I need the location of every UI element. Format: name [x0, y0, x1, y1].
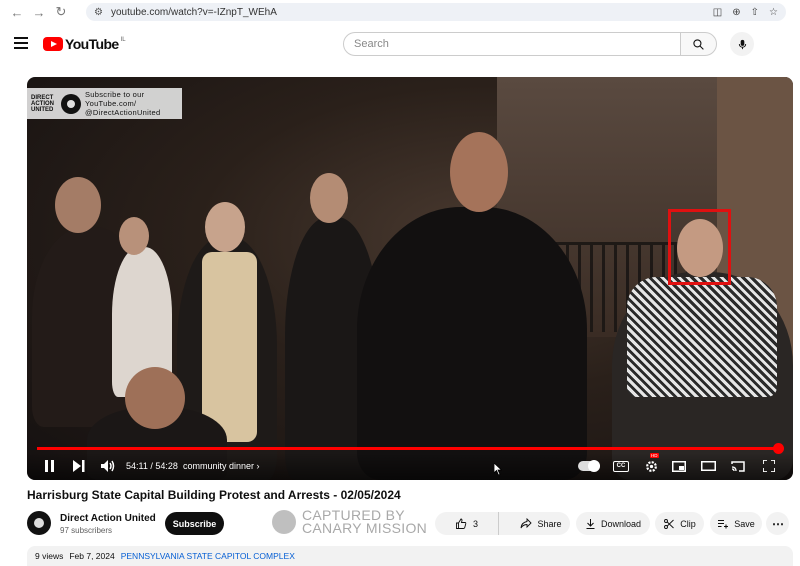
more-icon: ⋯ [772, 516, 784, 531]
voice-search-button[interactable] [730, 32, 754, 56]
youtube-logo[interactable]: YouTube IL [43, 36, 126, 52]
next-icon [73, 460, 85, 472]
subscribe-button[interactable]: Subscribe [165, 512, 224, 535]
pause-button[interactable] [41, 456, 57, 476]
reload-icon[interactable]: ↻ [52, 3, 70, 21]
save-button[interactable]: Save [710, 512, 762, 535]
watermark-text: Subscribe to our YouTube.com/ @DirectAct… [85, 90, 161, 117]
time-display: 54:11 / 54:28 [126, 461, 178, 471]
share-button[interactable]: Share [512, 512, 570, 535]
browser-toolbar: ← → ↻ ⚙ youtube.com/watch?v=-IZnpT_WEhA … [0, 0, 800, 24]
url-text: youtube.com/watch?v=-IZnpT_WEhA [110, 6, 277, 18]
volume-icon [101, 460, 115, 472]
player-controls: 54:11 / 54:28 community dinner › CC HD [27, 453, 793, 480]
install-icon[interactable]: ◫ [713, 7, 722, 18]
chapter-title[interactable]: community dinner › [183, 456, 260, 476]
cast-button[interactable] [729, 456, 747, 476]
search-bar: Search [343, 32, 717, 56]
address-bar[interactable]: ⚙ youtube.com/watch?v=-IZnpT_WEhA ◫ ⊕ ⇧ … [86, 3, 786, 21]
share-page-icon[interactable]: ⇧ [751, 7, 759, 18]
download-button[interactable]: Download [576, 512, 650, 535]
subscriber-count: 97 subscribers [60, 526, 113, 535]
site-info-icon[interactable]: ⚙ [94, 7, 103, 18]
save-playlist-icon [718, 519, 729, 528]
youtube-play-icon [43, 37, 63, 51]
zoom-icon[interactable]: ⊕ [732, 7, 740, 18]
volume-button[interactable] [100, 456, 116, 476]
subtitles-button[interactable]: CC [611, 456, 631, 476]
search-icon [693, 38, 704, 50]
like-button[interactable]: 3 [435, 512, 499, 535]
video-person-head [55, 177, 101, 233]
youtube-wordmark: YouTube [65, 36, 119, 52]
gear-icon [645, 460, 657, 472]
watermark-logo-text: DIRECT ACTION UNITED [31, 94, 54, 113]
theater-mode-button[interactable] [699, 456, 717, 476]
progress-fill [37, 443, 785, 454]
canary-mission-overlay: CAPTURED BY CANARY MISSION [272, 507, 428, 536]
view-count: 9 views [35, 551, 64, 561]
more-actions-button[interactable]: ⋯ [766, 512, 789, 535]
channel-watermark[interactable]: DIRECT ACTION UNITED Subscribe to our Yo… [27, 88, 182, 119]
video-person [627, 277, 777, 397]
download-icon [586, 518, 595, 529]
autoplay-toggle[interactable] [576, 456, 602, 476]
settings-button[interactable]: HD [641, 453, 661, 476]
video-person [357, 207, 587, 480]
next-button[interactable] [71, 456, 87, 476]
country-code: IL [120, 37, 126, 43]
video-title: Harrisburg State Capital Building Protes… [27, 488, 401, 502]
highlight-box [668, 209, 731, 285]
thumbs-up-icon [456, 518, 467, 529]
forward-icon[interactable]: → [30, 3, 48, 21]
canary-bird-icon [272, 510, 296, 534]
cast-icon [731, 460, 745, 472]
autoplay-toggle-switch [578, 460, 600, 472]
hd-badge: HD [650, 453, 659, 458]
microphone-icon [738, 39, 746, 49]
video-person-head [205, 202, 245, 252]
youtube-header: YouTube IL Search [0, 28, 800, 60]
video-person-head [119, 217, 149, 255]
channel-avatar[interactable] [27, 511, 51, 535]
location-tag[interactable]: PENNSYLVANIA STATE CAPITOL COMPLEX [121, 551, 295, 561]
canary-overlay-text: CAPTURED BY CANARY MISSION [302, 507, 428, 536]
video-person-head [310, 173, 348, 223]
like-count: 3 [472, 518, 478, 529]
miniplayer-icon [672, 460, 686, 472]
search-input[interactable]: Search [343, 32, 680, 56]
captions-icon: CC [613, 460, 629, 472]
fullscreen-icon [763, 460, 775, 472]
description-box[interactable]: 9 views Feb 7, 2024 PENNSYLVANIA STATE C… [27, 546, 793, 566]
bookmark-star-icon[interactable]: ☆ [769, 7, 778, 18]
fullscreen-button[interactable] [760, 456, 778, 476]
video-player[interactable]: DIRECT ACTION UNITED Subscribe to our Yo… [27, 77, 793, 480]
search-button[interactable] [680, 32, 717, 56]
scissors-icon [664, 518, 675, 529]
progress-bar[interactable] [37, 443, 785, 454]
channel-name[interactable]: Direct Action United [60, 513, 156, 524]
video-person-head [125, 367, 185, 429]
hamburger-menu-icon[interactable] [14, 37, 28, 49]
mouse-cursor-icon [494, 463, 502, 475]
share-icon [521, 518, 533, 529]
video-person [202, 252, 257, 442]
back-icon[interactable]: ← [8, 3, 26, 21]
upload-date: Feb 7, 2024 [69, 551, 115, 561]
miniplayer-button[interactable] [670, 456, 688, 476]
clip-button[interactable]: Clip [655, 512, 704, 535]
video-person-head [450, 132, 508, 212]
watermark-gear-icon [61, 93, 81, 114]
pause-icon [44, 460, 54, 472]
theater-mode-icon [700, 461, 716, 471]
